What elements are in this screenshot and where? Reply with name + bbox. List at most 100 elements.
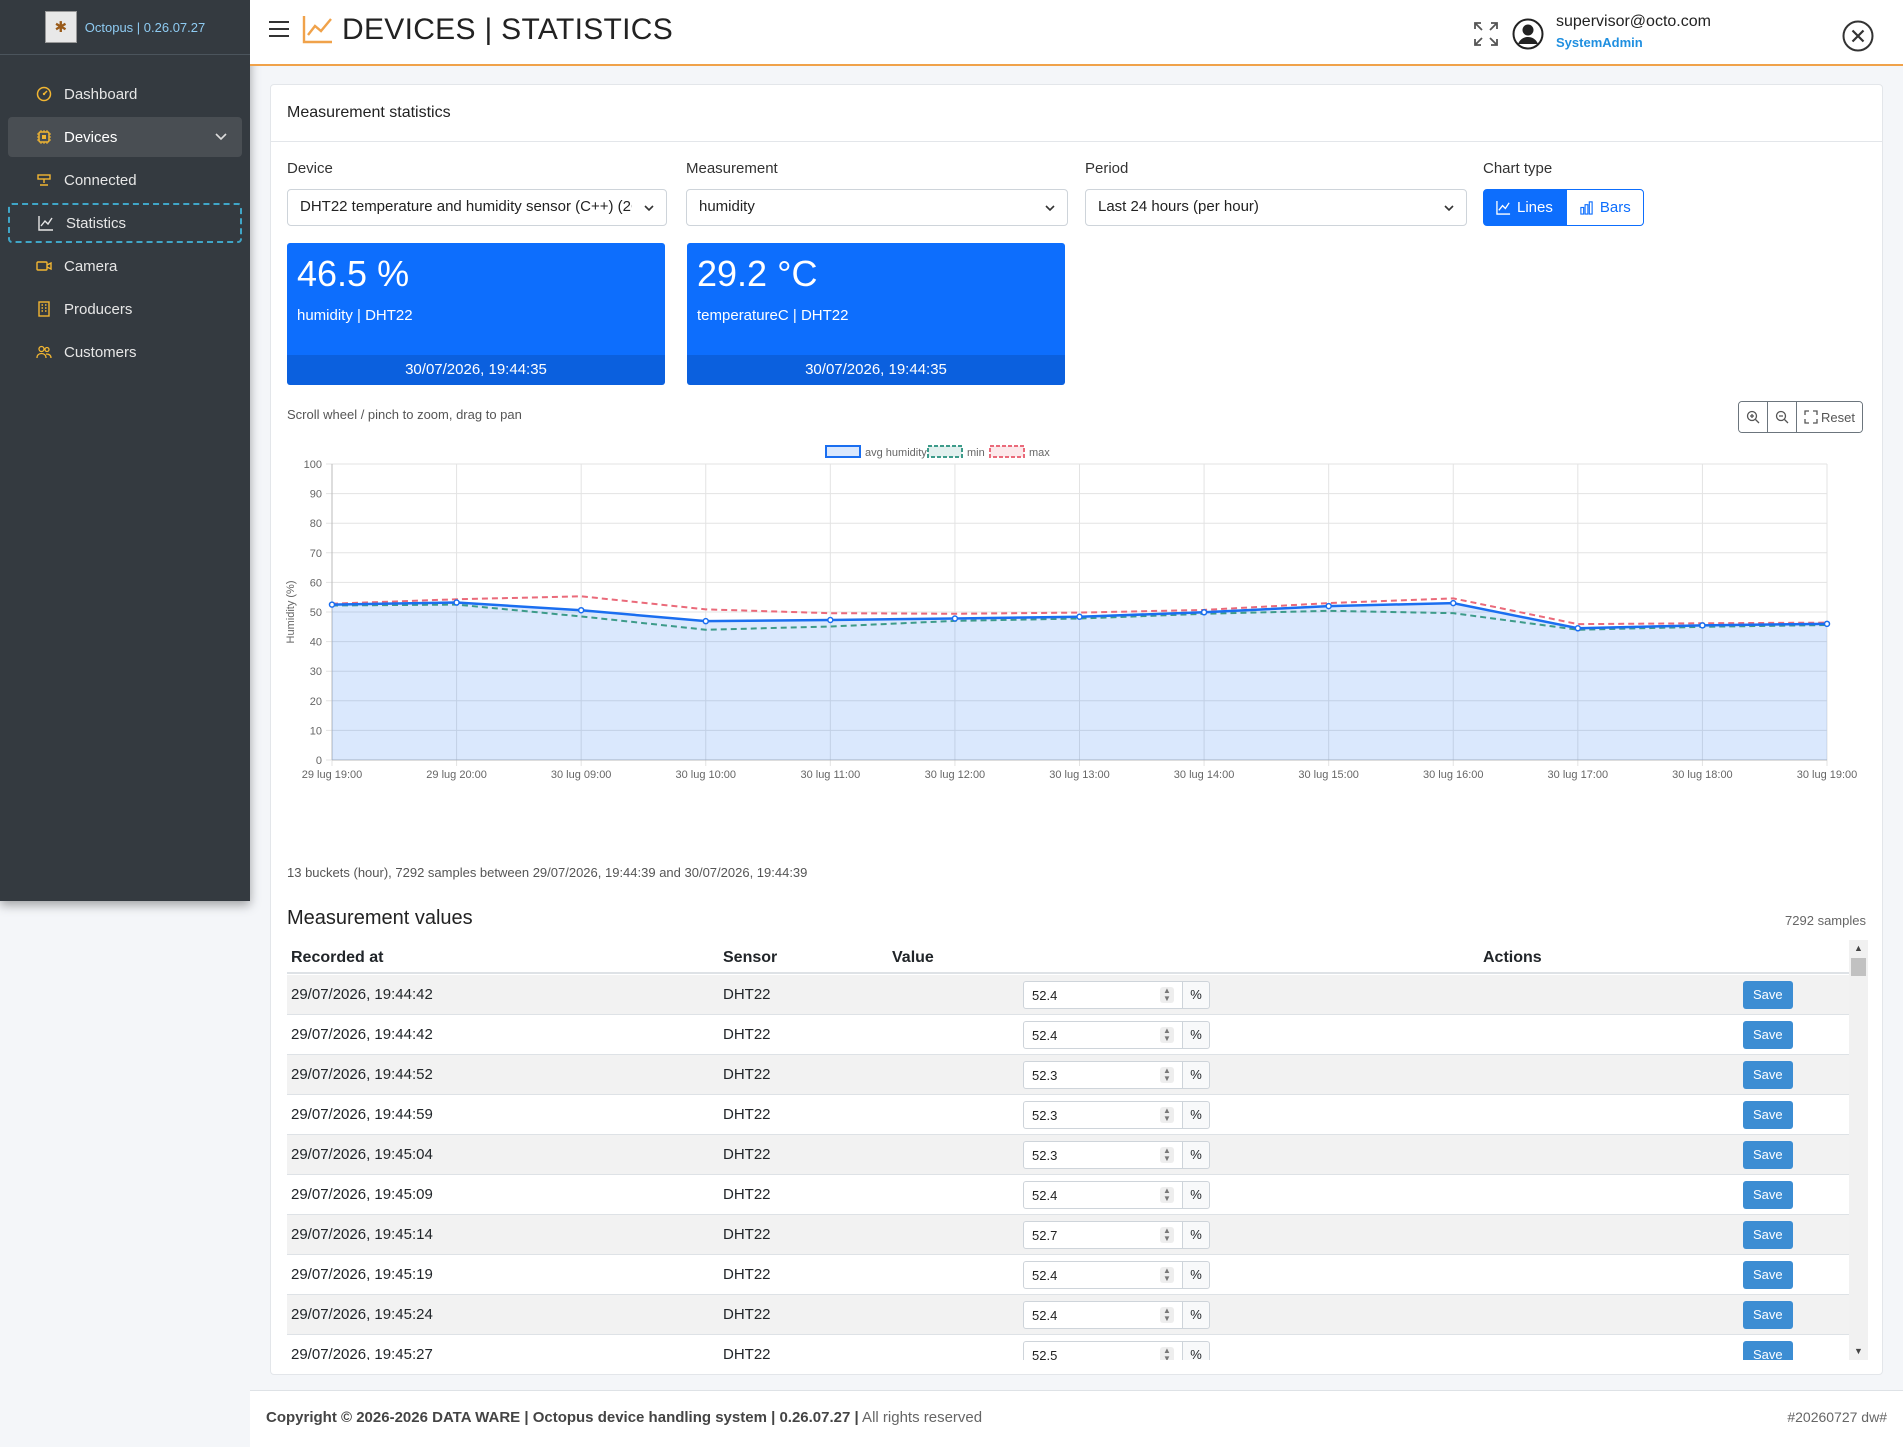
save-button[interactable]: Save bbox=[1743, 1101, 1793, 1129]
stepper-icon[interactable]: ▲ ▼ bbox=[1160, 1067, 1174, 1083]
legend-label: avg humidity bbox=[865, 447, 927, 459]
sensor-cell: DHT22 bbox=[723, 1346, 771, 1360]
value-input[interactable]: 52.3 ▲ ▼ bbox=[1023, 1061, 1183, 1089]
lines-button[interactable]: Lines bbox=[1483, 189, 1566, 226]
connected-icon bbox=[36, 172, 52, 188]
sidebar-item-statistics[interactable]: Statistics bbox=[8, 203, 242, 243]
save-button[interactable]: Save bbox=[1743, 1261, 1793, 1289]
y-tick-label: 0 bbox=[316, 755, 322, 767]
sidebar-nav: Dashboard Devices Connected Statistics C… bbox=[0, 55, 250, 372]
save-button[interactable]: Save bbox=[1743, 981, 1793, 1009]
y-axis-label: Humidity (%) bbox=[285, 581, 297, 644]
save-button[interactable]: Save bbox=[1743, 1141, 1793, 1169]
data-point bbox=[1699, 622, 1706, 629]
measurement-select-value: humidity bbox=[699, 198, 755, 215]
data-point bbox=[951, 615, 959, 622]
fullscreen-icon[interactable] bbox=[1472, 20, 1500, 48]
fullscreen-icon bbox=[1804, 410, 1818, 424]
zoom-reset-button[interactable]: Reset bbox=[1797, 402, 1862, 432]
sidebar-item-connected[interactable]: Connected bbox=[8, 160, 242, 200]
stepper-icon[interactable]: ▲ ▼ bbox=[1160, 1227, 1174, 1243]
value-input[interactable]: 52.4 ▲ ▼ bbox=[1023, 1181, 1183, 1209]
sidebar-item-producers[interactable]: Producers bbox=[8, 289, 242, 329]
sidebar-item-label: Producers bbox=[64, 300, 133, 318]
device-select[interactable]: DHT22 temperature and humidity sensor (C… bbox=[287, 189, 667, 226]
stepper-icon[interactable]: ▲ ▼ bbox=[1160, 987, 1174, 1003]
bars-button[interactable]: Bars bbox=[1565, 189, 1644, 226]
stepper-icon[interactable]: ▲ ▼ bbox=[1160, 1347, 1174, 1360]
save-button[interactable]: Save bbox=[1743, 1341, 1793, 1360]
zoom-in-button[interactable] bbox=[1739, 402, 1768, 432]
unit-addon: % bbox=[1182, 981, 1210, 1009]
data-point bbox=[1823, 620, 1831, 628]
scroll-up-icon[interactable]: ▲ bbox=[1853, 943, 1864, 954]
measurement-select[interactable]: humidity bbox=[686, 189, 1068, 226]
unit-addon: % bbox=[1182, 1261, 1210, 1289]
zoom-out-button[interactable] bbox=[1768, 402, 1797, 432]
unit-addon: % bbox=[1182, 1181, 1210, 1209]
close-icon[interactable] bbox=[1842, 20, 1874, 52]
chevron-down-icon bbox=[1043, 201, 1057, 215]
value-input-text: 52.3 bbox=[1032, 1068, 1058, 1083]
x-tick-label: 30 lug 14:00 bbox=[1174, 769, 1235, 781]
chart-summary: 13 buckets (hour), 7292 samples between … bbox=[287, 865, 808, 880]
value-input-text: 52.4 bbox=[1032, 988, 1058, 1003]
sidebar-item-dashboard[interactable]: Dashboard bbox=[8, 74, 242, 114]
page-title: DEVICES | STATISTICS bbox=[342, 13, 674, 46]
zoom-in-icon bbox=[1746, 410, 1760, 424]
sidebar-item-camera[interactable]: Camera bbox=[8, 246, 242, 286]
sensor-cell: DHT22 bbox=[723, 1186, 771, 1203]
stepper-icon[interactable]: ▲ ▼ bbox=[1160, 1267, 1174, 1283]
period-select[interactable]: Last 24 hours (per hour) bbox=[1085, 189, 1467, 226]
zoom-out-icon bbox=[1775, 410, 1789, 424]
values-table: Recorded at Sensor Value Actions 29/07/2… bbox=[287, 940, 1868, 1360]
sidebar-item-label: Camera bbox=[64, 257, 118, 275]
stepper-icon[interactable]: ▲ ▼ bbox=[1160, 1187, 1174, 1203]
zoom-hint: Scroll wheel / pinch to zoom, drag to pa… bbox=[287, 407, 522, 422]
recorded-at-cell: 29/07/2026, 19:45:04 bbox=[291, 1146, 433, 1163]
user-avatar-icon[interactable] bbox=[1512, 18, 1544, 50]
x-tick-label: 30 lug 13:00 bbox=[1049, 769, 1110, 781]
table-row: 29/07/2026, 19:45:14 DHT22 52.7 ▲ ▼% Save bbox=[287, 1215, 1849, 1255]
stat-value: 46.5 % bbox=[297, 253, 410, 294]
value-input[interactable]: 52.4 ▲ ▼ bbox=[1023, 1261, 1183, 1289]
chevron-down-icon bbox=[642, 201, 656, 215]
sidebar-item-customers[interactable]: Customers bbox=[8, 332, 242, 372]
stepper-icon[interactable]: ▲ ▼ bbox=[1160, 1027, 1174, 1043]
value-input[interactable]: 52.7 ▲ ▼ bbox=[1023, 1221, 1183, 1249]
footer-copyright-line: Copyright © 2026-2026 DATA WARE | Octopu… bbox=[266, 1409, 982, 1426]
stepper-icon[interactable]: ▲ ▼ bbox=[1160, 1107, 1174, 1123]
save-button[interactable]: Save bbox=[1743, 1301, 1793, 1329]
value-input[interactable]: 52.4 ▲ ▼ bbox=[1023, 981, 1183, 1009]
sensor-cell: DHT22 bbox=[723, 986, 771, 1003]
zoom-toolbar: Reset bbox=[1738, 401, 1863, 433]
value-input[interactable]: 52.5 ▲ ▼ bbox=[1023, 1341, 1183, 1360]
period-select-value: Last 24 hours (per hour) bbox=[1098, 198, 1259, 215]
save-button[interactable]: Save bbox=[1743, 1181, 1793, 1209]
table-row: 29/07/2026, 19:44:59 DHT22 52.3 ▲ ▼% Save bbox=[287, 1095, 1849, 1135]
save-button[interactable]: Save bbox=[1743, 1221, 1793, 1249]
user-email[interactable]: supervisor@octo.com bbox=[1556, 13, 1711, 31]
humidity-chart[interactable]: 0 10 20 30 40 50 60 70 80 90 100 29 lug 19:00 29 lug… bbox=[271, 435, 1884, 855]
value-input[interactable]: 52.3 ▲ ▼ bbox=[1023, 1141, 1183, 1169]
value-input[interactable]: 52.4 ▲ ▼ bbox=[1023, 1021, 1183, 1049]
scroll-down-icon[interactable]: ▼ bbox=[1853, 1346, 1864, 1357]
scrollbar-thumb[interactable] bbox=[1851, 958, 1866, 976]
stepper-icon[interactable]: ▲ ▼ bbox=[1160, 1147, 1174, 1163]
line-chart-svg[interactable]: 0 10 20 30 40 50 60 70 80 90 100 29 lug 19:00 29 lug… bbox=[271, 435, 1884, 855]
card-title: Measurement statistics bbox=[287, 104, 451, 121]
hamburger-menu-icon[interactable] bbox=[268, 18, 290, 40]
table-scrollbar[interactable]: ▲ ▼ bbox=[1849, 940, 1868, 1360]
y-tick-label: 40 bbox=[310, 637, 322, 649]
save-button[interactable]: Save bbox=[1743, 1061, 1793, 1089]
value-input[interactable]: 52.4 ▲ ▼ bbox=[1023, 1301, 1183, 1329]
brand[interactable]: ✱ Octopus | 0.26.07.27 bbox=[0, 0, 250, 55]
value-input[interactable]: 52.3 ▲ ▼ bbox=[1023, 1101, 1183, 1129]
stat-timestamp: 30/07/2026, 19:44:35 bbox=[687, 355, 1065, 385]
sidebar-item-devices[interactable]: Devices bbox=[8, 117, 242, 157]
y-tick-label: 30 bbox=[310, 666, 322, 678]
chart-type-toggle: Lines Bars bbox=[1483, 189, 1644, 226]
value-input-text: 52.3 bbox=[1032, 1108, 1058, 1123]
stepper-icon[interactable]: ▲ ▼ bbox=[1160, 1307, 1174, 1323]
save-button[interactable]: Save bbox=[1743, 1021, 1793, 1049]
